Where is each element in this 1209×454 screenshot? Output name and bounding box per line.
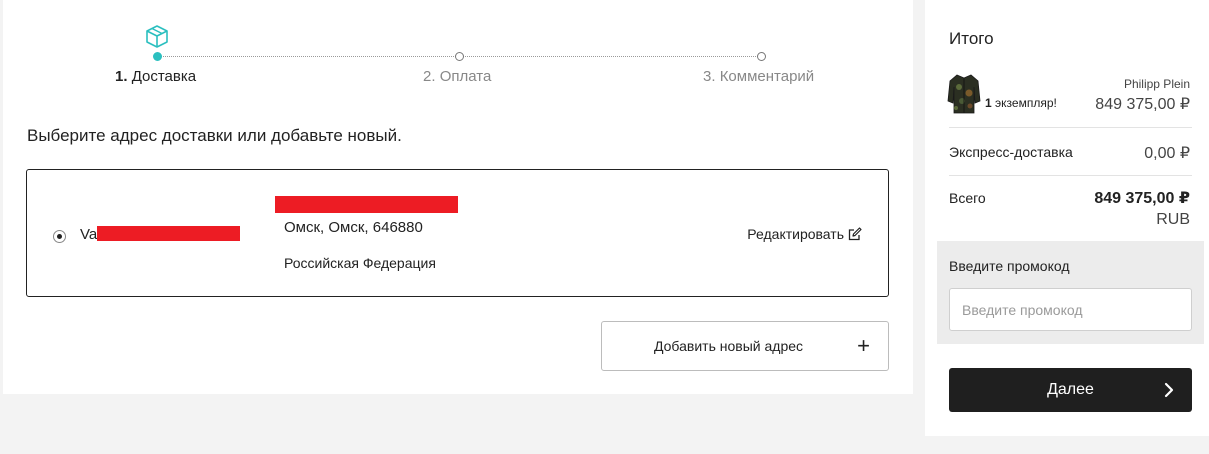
add-new-address-button[interactable]: Добавить новый адрес + (601, 321, 889, 371)
address-country: Российская Федерация (284, 255, 436, 271)
radio-selected-dot (57, 234, 62, 239)
product-thumbnail (947, 74, 981, 114)
edit-address-label: Редактировать (747, 226, 844, 242)
promo-section: Введите промокод (937, 241, 1204, 344)
promo-label: Введите промокод (949, 258, 1070, 274)
promo-code-input[interactable] (949, 288, 1192, 331)
edit-icon (848, 227, 862, 241)
shipping-value: 0,00 ₽ (1144, 145, 1190, 162)
box-icon (146, 25, 168, 48)
address-card[interactable]: Va Омск, Омск, 646880 Российская Федерац… (26, 169, 889, 297)
checkout-main-panel: 1. Доставка 2. Оплата 3. Комментарий Выб… (3, 0, 913, 394)
step-number: 2. (423, 68, 436, 85)
stepper-connector (158, 56, 460, 57)
step-payment[interactable]: 2. Оплата (423, 68, 491, 85)
step-dot-payment[interactable] (455, 52, 464, 61)
address-city-line: Омск, Омск, 646880 (284, 219, 423, 236)
address-recipient-name: Va (80, 226, 98, 243)
next-button-label: Далее (1047, 381, 1094, 398)
quantity-number: 1 (985, 96, 992, 110)
divider (949, 127, 1192, 128)
total-value: 849 375,00 ₽ (1094, 190, 1190, 207)
product-price: 849 375,00 ₽ (1095, 96, 1190, 113)
product-brand: Philipp Plein (1123, 77, 1190, 91)
product-quantity: 1 экземпляр! (985, 96, 1057, 110)
add-address-label: Добавить новый адрес (654, 338, 804, 354)
step-label: Оплата (439, 68, 492, 85)
edit-address-link[interactable]: Редактировать (747, 226, 862, 242)
step-comment[interactable]: 3. Комментарий (703, 68, 814, 85)
plus-icon: + (857, 333, 870, 358)
order-summary-panel: Итого Philipp Plein 1 экземпляр! 849 375… (925, 0, 1209, 436)
address-radio[interactable] (53, 230, 66, 243)
total-label: Всего (949, 190, 986, 206)
step-label: Доставка (131, 68, 197, 85)
shipping-label: Экспресс-доставка (949, 144, 1073, 160)
step-number: 1. (115, 68, 128, 85)
step-number: 3. (703, 68, 716, 85)
step-label: Комментарий (719, 68, 815, 85)
redaction-bar (97, 226, 240, 241)
chevron-right-icon (1164, 382, 1174, 398)
page-title: Выберите адрес доставки или добавьте нов… (27, 126, 402, 145)
step-dot-delivery[interactable] (153, 52, 162, 61)
stepper-connector (460, 56, 762, 57)
total-currency: RUB (1156, 211, 1190, 228)
step-delivery[interactable]: 1. Доставка (115, 68, 196, 85)
divider (949, 175, 1192, 176)
quantity-text: экземпляр! (995, 96, 1057, 110)
checkout-stepper: 1. Доставка 2. Оплата 3. Комментарий (3, 0, 913, 100)
step-dot-comment[interactable] (757, 52, 766, 61)
next-button[interactable]: Далее (949, 368, 1192, 412)
summary-title: Итого (949, 29, 994, 48)
redaction-bar (275, 196, 458, 213)
